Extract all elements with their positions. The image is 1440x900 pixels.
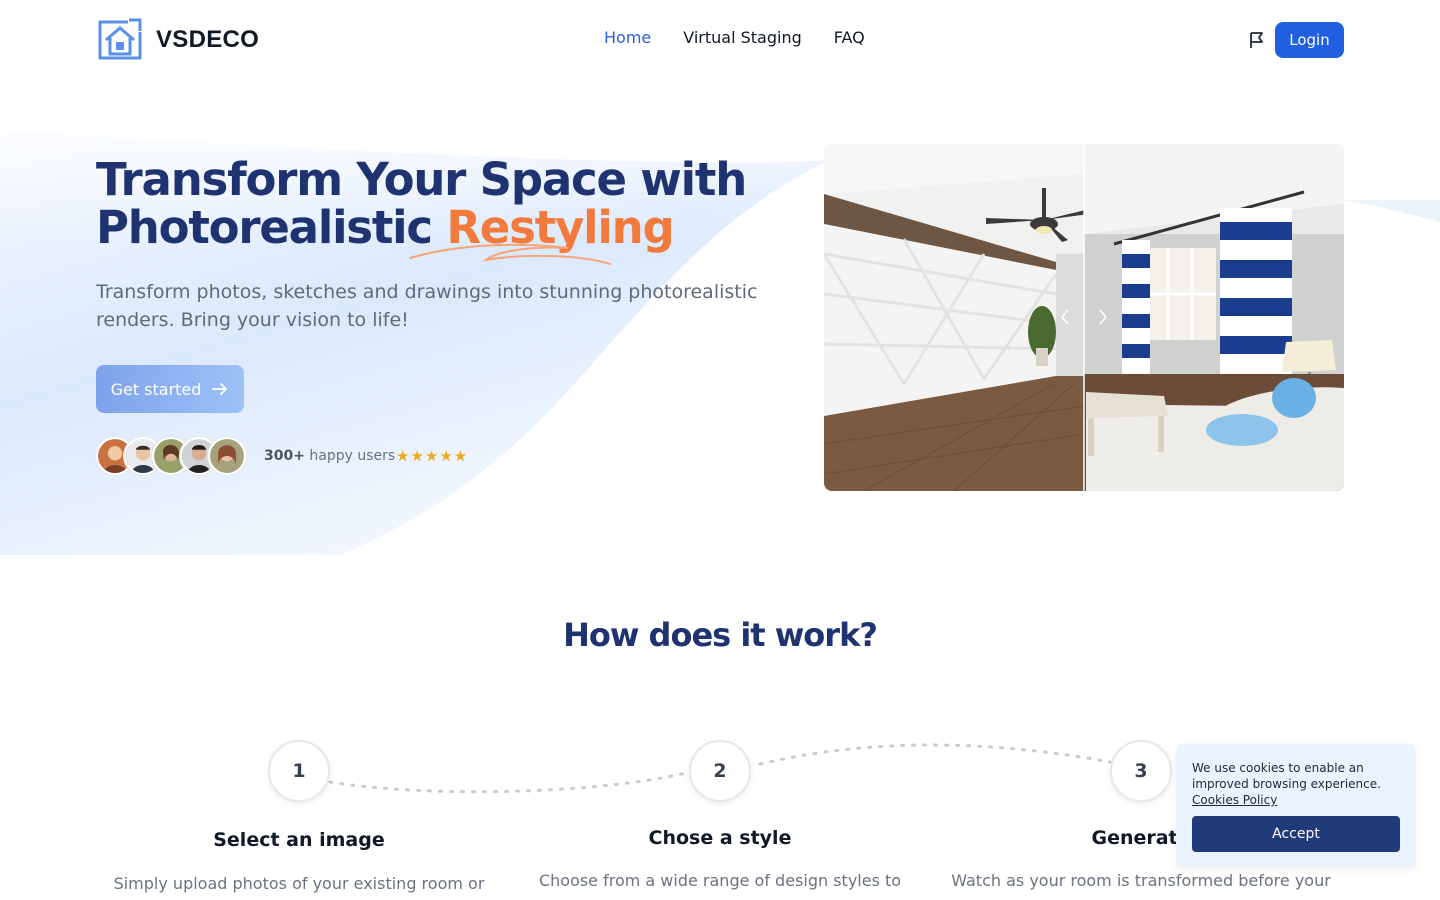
top-nav: VSDECO Home Virtual Staging FAQ Login: [0, 0, 1440, 80]
nav-links: Home Virtual Staging FAQ: [604, 28, 865, 47]
step-desc-2: Choose from a wide range of design style…: [538, 871, 902, 890]
hero-title-line1: Transform Your Space with: [96, 153, 747, 206]
rating-stars-icon: ★★★★★: [396, 447, 469, 465]
avatar: [208, 437, 246, 475]
cookie-banner: We use cookies to enable an improved bro…: [1176, 744, 1416, 868]
cookies-policy-link[interactable]: Cookies Policy: [1192, 792, 1402, 808]
before-after-slider[interactable]: [824, 144, 1344, 491]
get-started-button[interactable]: Get started: [96, 365, 244, 413]
brand[interactable]: VSDECO: [98, 18, 259, 62]
room-comparison-image: [824, 144, 1344, 491]
arrow-right-icon: [212, 383, 228, 395]
nav-link-virtual-staging[interactable]: Virtual Staging: [683, 28, 802, 47]
step-number-3: 3: [1110, 740, 1172, 802]
happy-users-count: 300+ happy users: [264, 448, 395, 464]
users-count: 300+: [264, 448, 305, 464]
step-number-2: 2: [689, 740, 751, 802]
step-number-1: 1: [268, 740, 330, 802]
cookie-text: We use cookies to enable an improved bro…: [1192, 760, 1402, 808]
flag-icon[interactable]: [1247, 30, 1267, 50]
user-avatars: [96, 437, 246, 477]
step-title-1: Select an image: [213, 829, 385, 851]
cookie-message: We use cookies to enable an improved bro…: [1192, 761, 1381, 791]
cookie-accept-button[interactable]: Accept: [1192, 816, 1400, 852]
users-label: happy users: [309, 448, 396, 464]
how-it-works-title: How does it work?: [563, 616, 878, 654]
nav-link-home[interactable]: Home: [604, 28, 651, 47]
nav-link-faq[interactable]: FAQ: [834, 28, 865, 47]
house-logo-icon: [98, 18, 142, 60]
login-button[interactable]: Login: [1275, 22, 1344, 58]
hero-title: Transform Your Space with Photorealistic…: [96, 156, 816, 252]
step-desc-1: Simply upload photos of your existing ro…: [113, 874, 485, 893]
brand-name: VSDECO: [156, 26, 260, 53]
get-started-label: Get started: [110, 379, 202, 399]
hero-title-line2: Photorealistic: [96, 201, 433, 254]
hero-subtitle: Transform photos, sketches and drawings …: [96, 281, 758, 331]
step-title-2: Chose a style: [648, 827, 792, 849]
underline-swash-icon: [409, 243, 611, 265]
step-desc-3: Watch as your room is transformed before…: [951, 871, 1331, 890]
